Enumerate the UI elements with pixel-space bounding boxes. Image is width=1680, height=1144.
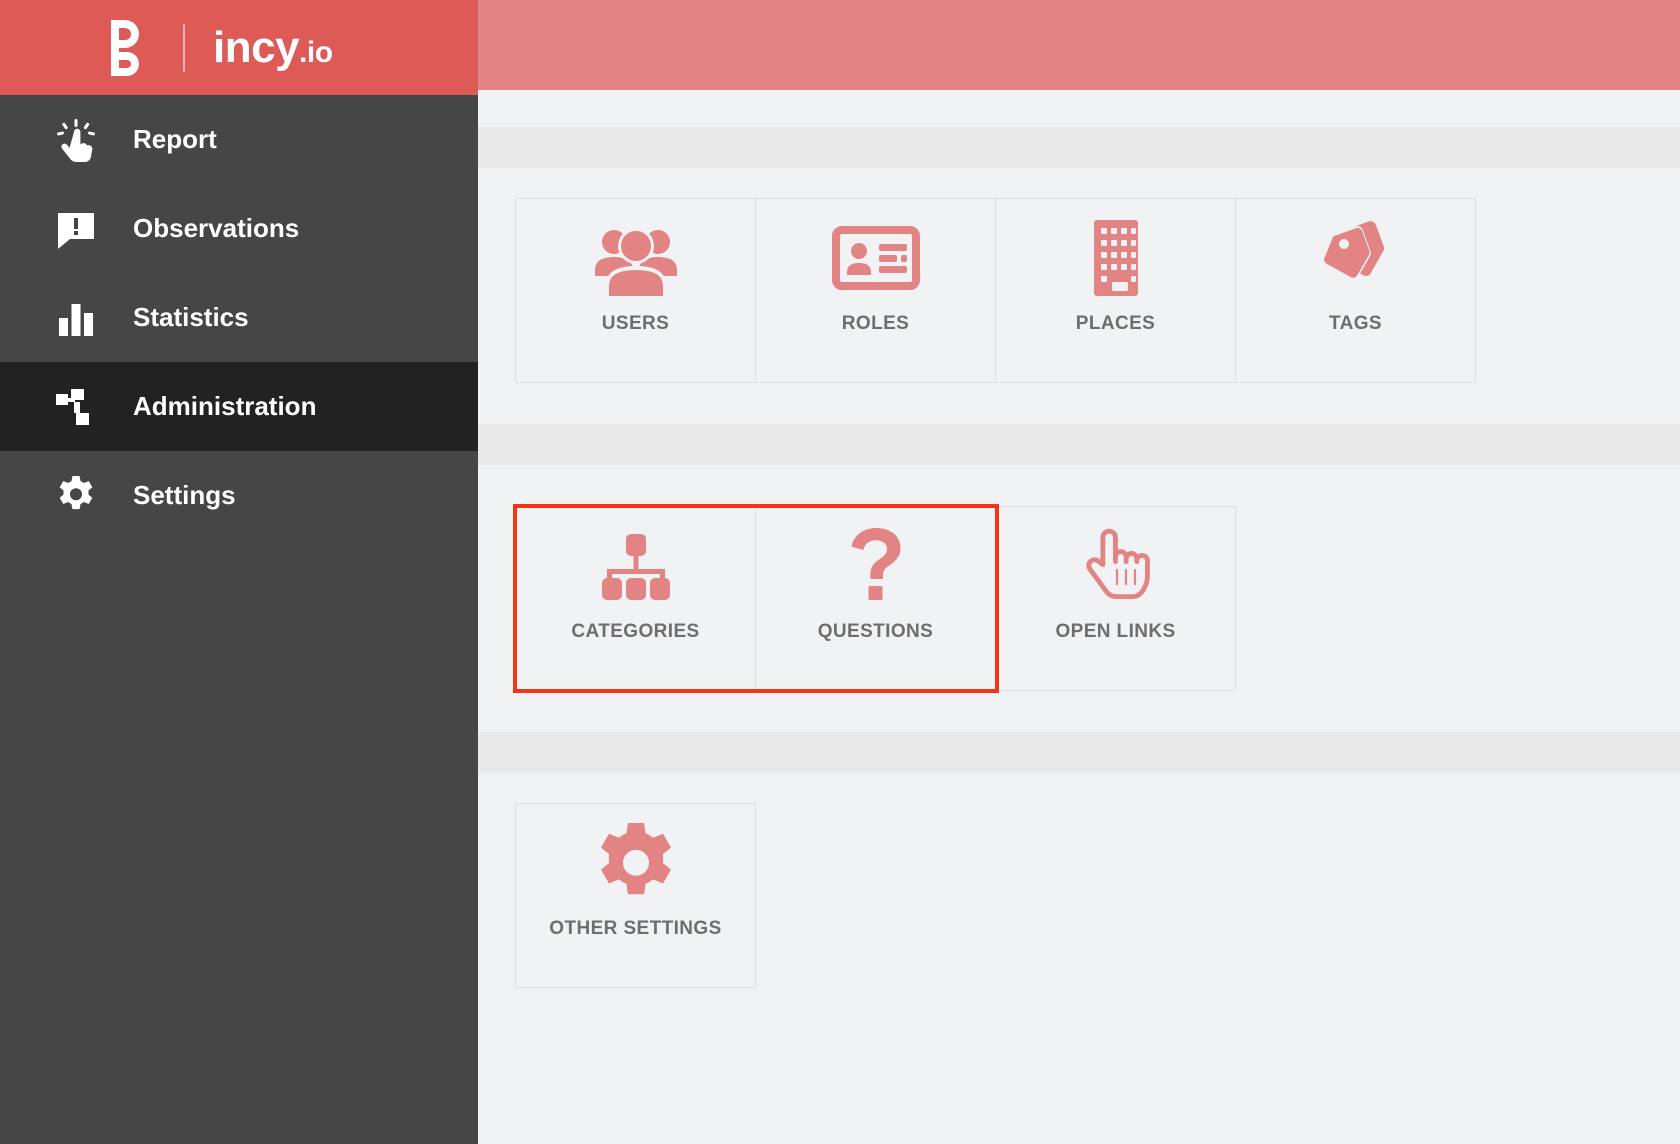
tile-open-links[interactable]: OPEN LINKS — [995, 506, 1236, 691]
tile-roles[interactable]: ROLES — [755, 198, 996, 383]
gear-icon — [590, 808, 682, 918]
tile-label: CATEGORIES — [571, 621, 700, 642]
tile-row-3: OTHER SETTINGS — [515, 803, 1680, 988]
question-mark-icon — [830, 511, 922, 621]
application-window: incy.io Report Observations Statistics A… — [0, 0, 1680, 1144]
bar-chart-icon — [53, 295, 99, 341]
hierarchy-icon — [590, 511, 682, 621]
sidebar-item-observations[interactable]: Observations — [0, 184, 478, 273]
id-card-icon — [830, 203, 922, 313]
pointing-hand-icon — [1070, 511, 1162, 621]
top-bar — [478, 0, 1680, 90]
tile-label: QUESTIONS — [817, 621, 934, 642]
incy-b-logo-icon — [111, 19, 139, 76]
tile-label: TAGS — [1329, 313, 1382, 334]
section-body-3: OTHER SETTINGS — [478, 773, 1680, 988]
brand-name-text: incy — [213, 22, 300, 72]
tags-icon — [1310, 203, 1402, 313]
sidebar-nav: Report Observations Statistics Administr… — [0, 95, 478, 540]
tile-tags[interactable]: TAGS — [1235, 198, 1476, 383]
sidebar-item-label: Statistics — [133, 302, 249, 332]
sidebar-item-label: Settings — [133, 480, 236, 510]
brand-tld-text: .io — [299, 35, 333, 69]
tile-label: OTHER SETTINGS — [549, 918, 722, 939]
building-icon — [1070, 203, 1162, 313]
click-hand-icon — [53, 117, 99, 163]
brand-divider — [183, 23, 185, 72]
users-group-icon — [590, 203, 682, 313]
section-header-content — [478, 424, 1680, 465]
tile-other-settings[interactable]: OTHER SETTINGS — [515, 803, 756, 988]
tile-categories[interactable]: CATEGORIES — [515, 506, 756, 691]
sidebar-item-report[interactable]: Report — [0, 95, 478, 184]
tile-row-2: CATEGORIES QUESTIONS OPEN LINKS — [513, 504, 1680, 693]
brand-header[interactable]: incy.io — [0, 0, 478, 95]
gear-icon — [53, 473, 99, 519]
section-header-administration — [478, 127, 1680, 168]
tile-questions[interactable]: QUESTIONS — [755, 506, 996, 691]
tile-row-1: USERS ROLES PLACES TAGS — [515, 198, 1680, 383]
tile-users[interactable]: USERS — [515, 198, 756, 383]
section-body-1: USERS ROLES PLACES TAGS — [478, 168, 1680, 383]
tile-label: PLACES — [1075, 313, 1156, 334]
sitemap-icon — [53, 384, 99, 430]
tile-label: ROLES — [841, 313, 910, 334]
sidebar-item-label: Observations — [133, 213, 300, 243]
tile-places[interactable]: PLACES — [995, 198, 1236, 383]
speech-alert-icon — [53, 206, 99, 252]
section-body-2: CATEGORIES QUESTIONS OPEN LINKS — [478, 465, 1680, 693]
tile-label: OPEN LINKS — [1055, 621, 1176, 642]
sidebar-item-statistics[interactable]: Statistics — [0, 273, 478, 362]
sidebar-item-settings[interactable]: Settings — [0, 451, 478, 540]
sidebar-item-label: Report — [133, 124, 217, 154]
tile-label: USERS — [601, 313, 670, 334]
sidebar-item-label: Administration — [133, 391, 317, 421]
sidebar-item-administration[interactable]: Administration — [0, 362, 478, 451]
main-content: USERS ROLES PLACES TAGS CATEGORIES QUEST… — [478, 0, 1680, 1144]
brand-name: incy.io — [213, 22, 333, 72]
sidebar: incy.io Report Observations Statistics A… — [0, 0, 478, 1144]
section-header-other — [478, 732, 1680, 773]
